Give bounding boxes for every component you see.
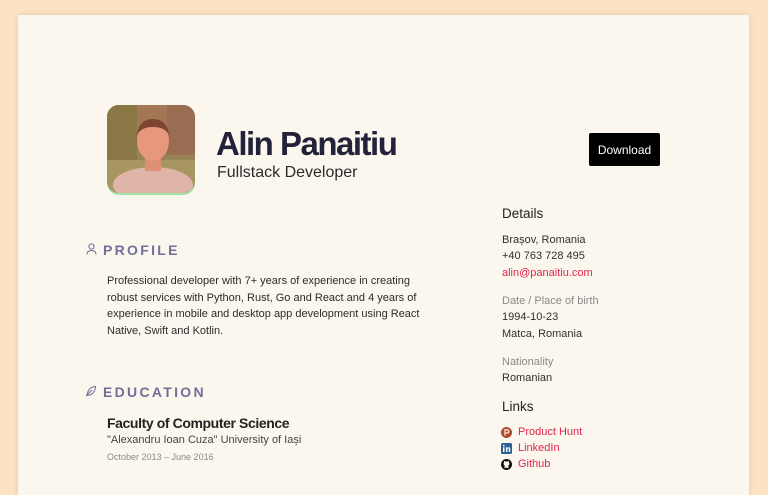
birth-label: Date / Place of birth <box>502 295 599 307</box>
feather-icon <box>85 385 97 397</box>
job-title: Fullstack Developer <box>217 164 358 181</box>
education-school: Faculty of Computer Science <box>107 415 290 431</box>
link-linkedin[interactable]: LinkedIn <box>518 442 560 454</box>
link-item-linkedin[interactable]: LinkedIn <box>501 441 560 455</box>
birth-place: Matca, Romania <box>502 328 583 340</box>
nationality-label: Nationality <box>502 356 554 368</box>
download-button[interactable]: Download <box>589 133 660 166</box>
profile-photo <box>107 105 195 193</box>
details-phone: +40 763 728 495 <box>502 250 585 262</box>
details-heading: Details <box>502 206 544 221</box>
profile-photo-image <box>107 105 195 193</box>
link-product-hunt[interactable]: Product Hunt <box>518 426 582 438</box>
link-item-github[interactable]: Github <box>501 457 550 471</box>
education-dates: October 2013 – June 2016 <box>107 452 214 462</box>
profile-section-title: PROFILE <box>103 242 180 258</box>
link-github[interactable]: Github <box>518 458 550 470</box>
nationality-value: Romanian <box>502 372 553 384</box>
linkedin-icon <box>501 442 512 454</box>
links-heading: Links <box>502 399 534 414</box>
birth-date: 1994-10-23 <box>502 311 559 323</box>
github-icon <box>501 458 512 470</box>
link-item-product-hunt[interactable]: Product Hunt <box>501 425 582 439</box>
education-section-title: EDUCATION <box>103 384 206 400</box>
details-email-link[interactable]: alin@panaitiu.com <box>502 267 593 279</box>
resume-page: Alin Panaitiu Fullstack Developer Downlo… <box>18 15 749 495</box>
user-icon <box>86 243 97 255</box>
details-city: Brașov, Romania <box>502 234 586 246</box>
profile-summary: Professional developer with 7+ years of … <box>107 275 420 337</box>
education-university: "Alexandru Ioan Cuza" University of Iași <box>107 434 302 446</box>
product-hunt-icon <box>501 426 512 438</box>
person-name: Alin Panaitiu <box>216 125 398 162</box>
